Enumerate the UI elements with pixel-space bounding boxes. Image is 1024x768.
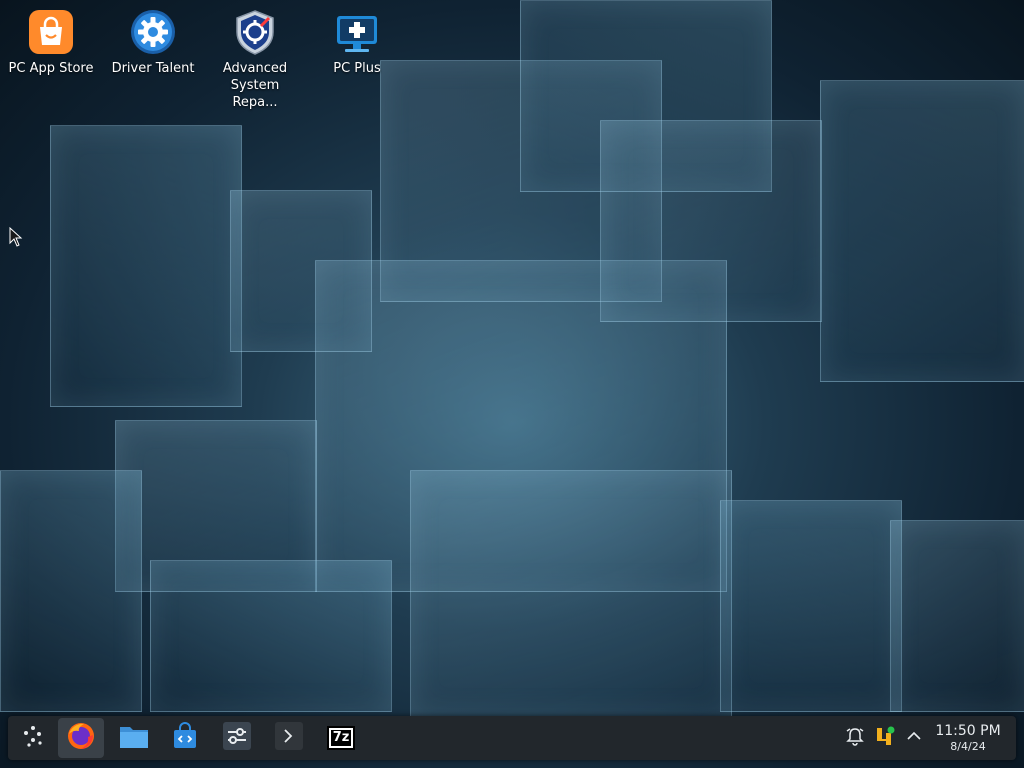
gear-icon bbox=[129, 8, 177, 56]
taskbar-file-manager-button[interactable] bbox=[111, 718, 157, 758]
taskbar-7zip-button[interactable]: 7z bbox=[318, 718, 364, 758]
desktop-icon-pc-app-store[interactable]: PC App Store bbox=[3, 0, 99, 77]
terminal-icon bbox=[274, 721, 304, 755]
digital-clock[interactable]: 11:50 PM 8/4/24 bbox=[928, 722, 1008, 754]
wallpaper-cube bbox=[890, 520, 1024, 712]
desktop-icon-label: PC Plus bbox=[333, 61, 381, 76]
wallpaper-cube bbox=[230, 190, 372, 352]
7zip-icon: 7z bbox=[327, 726, 355, 750]
desktop-icon-label: PC App Store bbox=[8, 61, 94, 76]
desktop-icon-pc-plus[interactable]: PC Plus bbox=[309, 0, 405, 77]
wallpaper-cube bbox=[820, 80, 1024, 382]
desktop-icon-label: Advanced System Repa... bbox=[222, 61, 288, 110]
clock-time: 11:50 PM bbox=[935, 723, 1001, 739]
tray-show-hidden-button[interactable] bbox=[902, 726, 926, 750]
desktop-icon-driver-talent[interactable]: Driver Talent bbox=[105, 0, 201, 77]
system-settings-icon bbox=[222, 721, 252, 755]
shield-gear-icon bbox=[231, 8, 279, 56]
notifications-icon bbox=[845, 726, 865, 750]
7zip-label: 7z bbox=[331, 730, 351, 746]
file-manager-icon bbox=[119, 723, 149, 753]
mouse-cursor-icon bbox=[9, 226, 23, 251]
wallpaper-cube bbox=[600, 120, 822, 322]
desktop-background: PC App Store Driver Talent Advanced Syst… bbox=[0, 0, 1024, 768]
application-launcher-button[interactable] bbox=[10, 718, 56, 758]
application-launcher-icon bbox=[21, 724, 45, 752]
show-hidden-icons-icon bbox=[905, 727, 923, 749]
tray-update-notifier-button[interactable] bbox=[873, 726, 897, 750]
update-notifier-icon bbox=[874, 725, 896, 751]
wallpaper-cube bbox=[0, 470, 142, 712]
wallpaper-cube bbox=[720, 500, 902, 712]
wallpaper-cube bbox=[50, 125, 242, 407]
tray-notifications-button[interactable] bbox=[843, 726, 867, 750]
discover-store-icon bbox=[171, 722, 199, 754]
taskbar-terminal-button[interactable] bbox=[266, 718, 312, 758]
firefox-icon bbox=[66, 721, 96, 755]
clock-date: 8/4/24 bbox=[950, 740, 986, 753]
taskbar-discover-button[interactable] bbox=[162, 718, 208, 758]
desktop-icon-advanced-system-repair[interactable]: Advanced System Repa... bbox=[207, 0, 303, 111]
taskbar-system-settings-button[interactable] bbox=[214, 718, 260, 758]
wallpaper-cube bbox=[150, 560, 392, 712]
wallpaper-cube bbox=[410, 470, 732, 717]
shopping-bag-icon bbox=[27, 8, 75, 56]
taskbar: 7z 11:50 PM 8/4/24 bbox=[8, 716, 1016, 760]
desktop-icon-label: Driver Talent bbox=[111, 61, 195, 76]
monitor-plus-icon bbox=[333, 8, 381, 56]
taskbar-firefox-button[interactable] bbox=[58, 718, 104, 758]
